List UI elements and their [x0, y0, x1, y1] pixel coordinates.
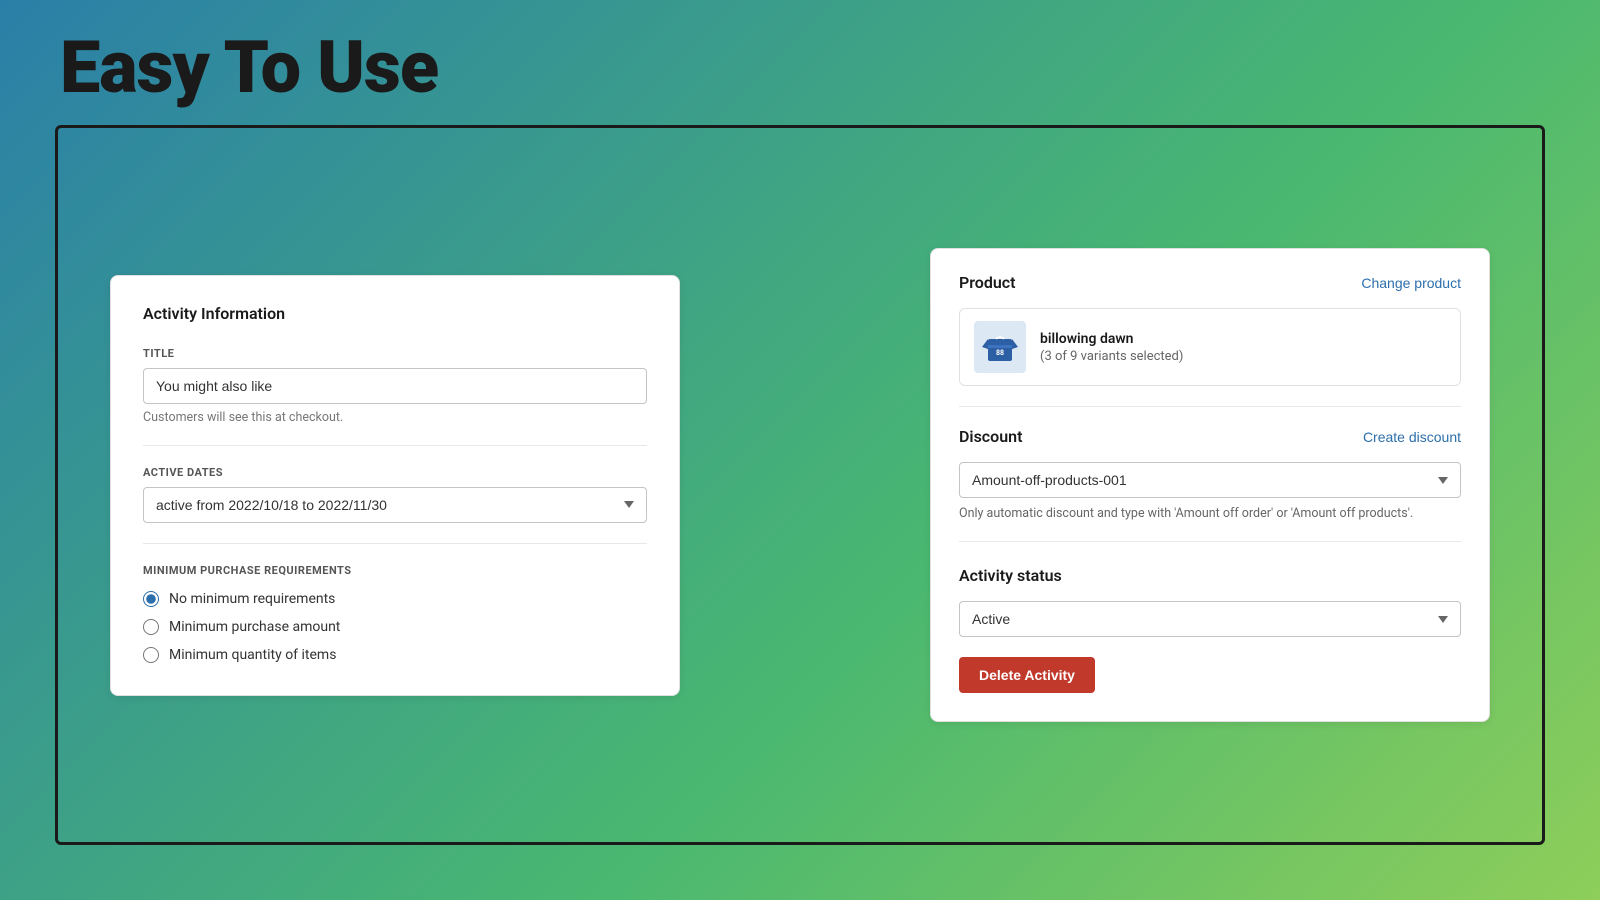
content-area: Activity Information TITLE Customers wil…: [70, 140, 1530, 830]
product-variants: (3 of 9 variants selected): [1040, 349, 1183, 364]
title-helper-text: Customers will see this at checkout.: [143, 410, 647, 425]
radio-no-minimum-input[interactable]: [143, 591, 159, 607]
right-divider-2: [959, 541, 1461, 542]
product-image: 88: [974, 321, 1026, 373]
title-input[interactable]: [143, 368, 647, 404]
right-divider-1: [959, 406, 1461, 407]
radio-min-amount[interactable]: Minimum purchase amount: [143, 619, 647, 635]
radio-no-minimum[interactable]: No minimum requirements: [143, 591, 647, 607]
min-purchase-radio-group: No minimum requirements Minimum purchase…: [143, 591, 647, 663]
active-dates-select[interactable]: active from 2022/10/18 to 2022/11/30: [143, 487, 647, 523]
product-info: billowing dawn (3 of 9 variants selected…: [1040, 331, 1183, 364]
radio-min-qty[interactable]: Minimum quantity of items: [143, 647, 647, 663]
activity-information-panel: Activity Information TITLE Customers wil…: [110, 275, 680, 696]
discount-section-title: Discount: [959, 427, 1022, 446]
product-section-header: Product Change product: [959, 273, 1461, 292]
radio-no-minimum-label: No minimum requirements: [169, 591, 335, 607]
min-purchase-label: MINIMUM PURCHASE REQUIREMENTS: [143, 564, 647, 577]
radio-min-qty-input[interactable]: [143, 647, 159, 663]
discount-section-header: Discount Create discount: [959, 427, 1461, 446]
status-section-title: Activity status: [959, 566, 1062, 585]
activity-info-title: Activity Information: [143, 304, 647, 323]
product-card: 88 billowing dawn (3 of 9 variants selec…: [959, 308, 1461, 386]
create-discount-button[interactable]: Create discount: [1363, 429, 1461, 445]
title-field-label: TITLE: [143, 347, 647, 360]
radio-min-qty-label: Minimum quantity of items: [169, 647, 336, 663]
activity-status-select[interactable]: Active Inactive: [959, 601, 1461, 637]
product-section-title: Product: [959, 273, 1016, 292]
radio-min-amount-input[interactable]: [143, 619, 159, 635]
product-name: billowing dawn: [1040, 331, 1183, 347]
discount-note: Only automatic discount and type with 'A…: [959, 506, 1461, 521]
divider-2: [143, 543, 647, 544]
activity-status-section: Activity status Active Inactive: [959, 566, 1461, 637]
discount-select[interactable]: Amount-off-products-001: [959, 462, 1461, 498]
active-dates-label: ACTIVE DATES: [143, 466, 647, 479]
status-section-header: Activity status: [959, 566, 1461, 585]
divider-1: [143, 445, 647, 446]
delete-activity-button[interactable]: Delete Activity: [959, 657, 1095, 693]
radio-min-amount-label: Minimum purchase amount: [169, 619, 340, 635]
change-product-button[interactable]: Change product: [1361, 275, 1461, 291]
svg-text:88: 88: [996, 349, 1004, 357]
right-panel: Product Change product 88: [930, 248, 1490, 722]
page-title: Easy To Use: [60, 28, 438, 107]
